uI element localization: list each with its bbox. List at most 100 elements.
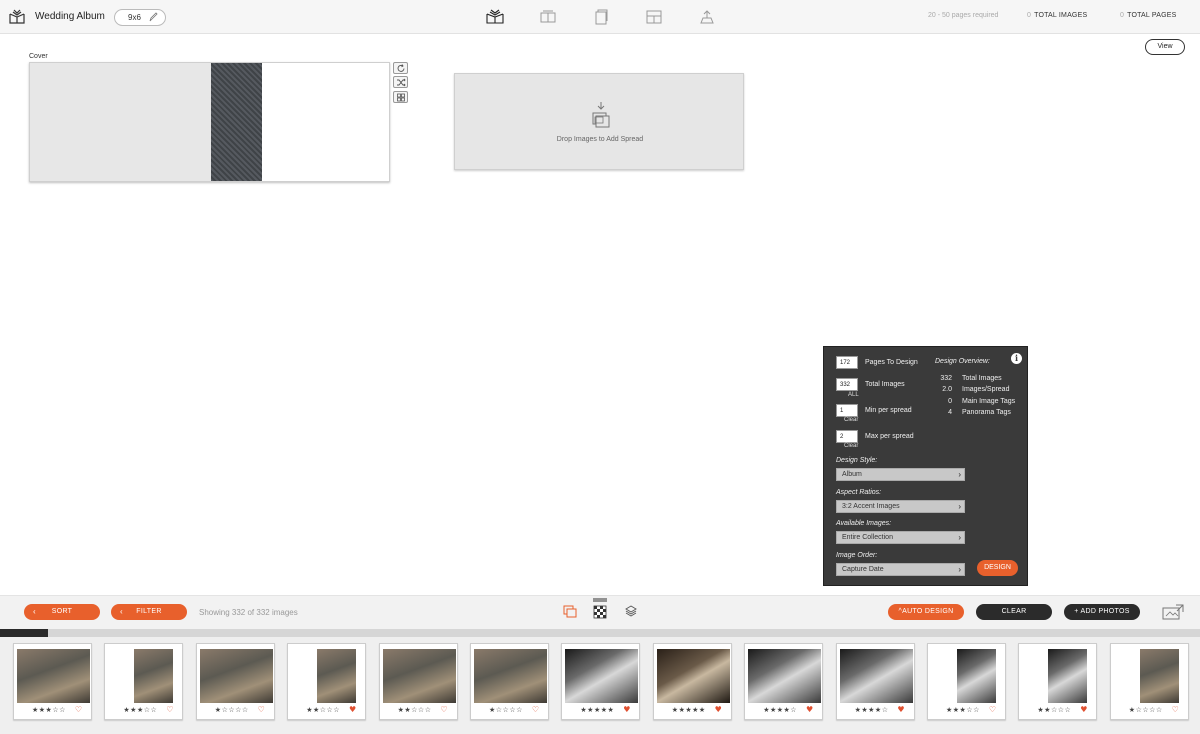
photo-thumbnail[interactable] xyxy=(317,649,357,703)
design-button[interactable]: DESIGN xyxy=(977,560,1018,576)
chevron-right-icon: › xyxy=(958,470,961,479)
star-rating[interactable]: ★★★★★ xyxy=(580,706,614,714)
star-rating[interactable]: ★★☆☆☆ xyxy=(306,706,340,714)
clear-button[interactable]: CLEAR xyxy=(976,604,1052,620)
star-rating[interactable]: ★☆☆☆☆ xyxy=(215,706,249,714)
total-images-input[interactable]: 332 xyxy=(836,378,858,391)
cover-spine[interactable] xyxy=(211,63,262,181)
heart-filled-icon[interactable]: ♥ xyxy=(1080,705,1087,714)
album-title[interactable]: Wedding Album xyxy=(35,11,105,22)
photo-thumbnail[interactable] xyxy=(1048,649,1088,703)
checker-grid-icon[interactable] xyxy=(592,598,608,620)
layout-view-icon[interactable] xyxy=(645,9,663,25)
layers-icon[interactable] xyxy=(625,605,637,617)
star-rating[interactable]: ★☆☆☆☆ xyxy=(489,706,523,714)
pages-to-design-input[interactable]: 172 xyxy=(836,356,858,369)
design-style-select[interactable]: Album › xyxy=(836,468,965,481)
sort-button[interactable]: ‹ SORT xyxy=(24,604,100,620)
heart-filled-icon[interactable]: ♥ xyxy=(897,705,904,714)
photo-thumbnail[interactable] xyxy=(17,649,90,703)
rotate-cover-button[interactable] xyxy=(393,62,408,74)
heart-outline-icon[interactable]: ♡ xyxy=(258,705,265,714)
star-rating[interactable]: ★★★★☆ xyxy=(763,706,797,714)
aspect-ratios-select[interactable]: 3:2 Accent Images › xyxy=(836,500,965,513)
photo-thumbnail[interactable] xyxy=(748,649,822,703)
photo-thumbnail[interactable] xyxy=(656,649,730,703)
heart-filled-icon[interactable]: ♥ xyxy=(715,705,722,714)
min-per-spread-input[interactable]: 1 xyxy=(836,404,858,417)
photo-card[interactable]: ★★★☆☆ ♡ xyxy=(927,643,1006,720)
chevron-left-icon: ‹ xyxy=(33,607,36,616)
cover-back[interactable] xyxy=(30,63,211,181)
photo-thumbnail[interactable] xyxy=(382,649,456,703)
spread-view-icon[interactable] xyxy=(539,9,557,25)
image-order-select[interactable]: Capture Date › xyxy=(836,563,965,576)
star-rating[interactable]: ★★☆☆☆ xyxy=(1037,706,1071,714)
star-rating[interactable]: ★★★★☆ xyxy=(855,706,889,714)
grid-layout-button[interactable] xyxy=(393,91,408,103)
heart-outline-icon[interactable]: ♡ xyxy=(989,705,996,714)
photo-card[interactable]: ★★★★☆ ♥ xyxy=(744,643,824,720)
heart-outline-icon[interactable]: ♡ xyxy=(166,705,173,714)
photo-thumbnail[interactable] xyxy=(565,649,639,703)
photo-card[interactable]: ★★★★★ ♥ xyxy=(652,643,732,720)
photo-card[interactable]: ★☆☆☆☆ ♡ xyxy=(1109,643,1189,720)
heart-filled-icon[interactable]: ♥ xyxy=(349,705,356,714)
total-pages-stat: 0 TOTAL PAGES xyxy=(1120,12,1177,19)
photo-card[interactable]: ★★☆☆☆ ♥ xyxy=(287,643,367,720)
drop-images-icon xyxy=(592,102,610,128)
photo-card[interactable]: ★★★☆☆ ♡ xyxy=(13,643,92,720)
add-photos-button[interactable]: + ADD PHOTOS xyxy=(1064,604,1140,620)
aspect-ratios-value: 3:2 Accent Images xyxy=(842,503,900,510)
photo-thumbnail[interactable] xyxy=(1139,649,1179,703)
export-view-icon[interactable] xyxy=(698,9,716,25)
shuffle-cover-button[interactable] xyxy=(393,76,408,88)
star-rating[interactable]: ★★★☆☆ xyxy=(32,706,66,714)
cover-spread[interactable] xyxy=(29,62,390,182)
auto-design-button[interactable]: ^AUTO DESIGN xyxy=(888,604,964,620)
heart-outline-icon[interactable]: ♡ xyxy=(440,705,447,714)
max-per-spread-input[interactable]: 2 xyxy=(836,430,858,443)
photo-thumbnail[interactable] xyxy=(134,649,174,703)
star-rating[interactable]: ★★☆☆☆ xyxy=(398,706,432,714)
photo-thumbnail[interactable] xyxy=(199,649,273,703)
heart-filled-icon[interactable]: ♥ xyxy=(623,705,630,714)
pages-view-icon[interactable] xyxy=(592,9,610,25)
total-images-all-link[interactable]: ALL xyxy=(848,392,859,398)
album-size-selector[interactable]: 9x6 xyxy=(114,9,166,26)
max-clear-link[interactable]: Clear xyxy=(844,443,858,449)
heart-filled-icon[interactable]: ♥ xyxy=(806,705,813,714)
star-rating[interactable]: ★★★☆☆ xyxy=(946,706,980,714)
heart-outline-icon[interactable]: ♡ xyxy=(532,705,539,714)
heart-outline-icon[interactable]: ♡ xyxy=(75,705,82,714)
star-rating[interactable]: ★★★★★ xyxy=(672,706,706,714)
stacked-photos-icon[interactable] xyxy=(563,605,577,619)
cover-front[interactable] xyxy=(262,63,389,181)
available-images-value: Entire Collection xyxy=(842,534,893,541)
album-view-icon[interactable] xyxy=(486,9,504,25)
star-rating[interactable]: ★★★☆☆ xyxy=(123,706,157,714)
available-images-select[interactable]: Entire Collection › xyxy=(836,531,965,544)
photo-thumbnail[interactable] xyxy=(839,649,913,703)
sort-label: SORT xyxy=(51,608,73,615)
photo-thumbnail[interactable] xyxy=(957,649,996,703)
photo-card[interactable]: ★★☆☆☆ ♥ xyxy=(1018,643,1098,720)
filmstrip-scroll-thumb[interactable] xyxy=(0,629,48,637)
expand-photos-icon[interactable] xyxy=(1162,604,1184,620)
album-logo-icon[interactable] xyxy=(8,8,26,26)
info-icon[interactable]: i xyxy=(1011,353,1022,364)
drop-zone[interactable]: Drop Images to Add Spread xyxy=(454,73,744,170)
photo-card[interactable]: ★★★☆☆ ♡ xyxy=(104,643,184,720)
photo-card[interactable]: ★★☆☆☆ ♡ xyxy=(378,643,458,720)
view-button[interactable]: View xyxy=(1145,39,1185,55)
filter-button[interactable]: ‹ FILTER xyxy=(111,604,187,620)
photo-card[interactable]: ★☆☆☆☆ ♡ xyxy=(195,643,275,720)
min-clear-link[interactable]: Clear xyxy=(844,417,858,423)
heart-outline-icon[interactable]: ♡ xyxy=(1172,705,1179,714)
filmstrip-scrollbar[interactable] xyxy=(0,629,1200,637)
photo-card[interactable]: ★★★★★ ♥ xyxy=(561,643,641,720)
photo-card[interactable]: ★☆☆☆☆ ♡ xyxy=(470,643,549,720)
photo-card[interactable]: ★★★★☆ ♥ xyxy=(835,643,915,720)
star-rating[interactable]: ★☆☆☆☆ xyxy=(1129,706,1163,714)
photo-thumbnail[interactable] xyxy=(474,649,547,703)
